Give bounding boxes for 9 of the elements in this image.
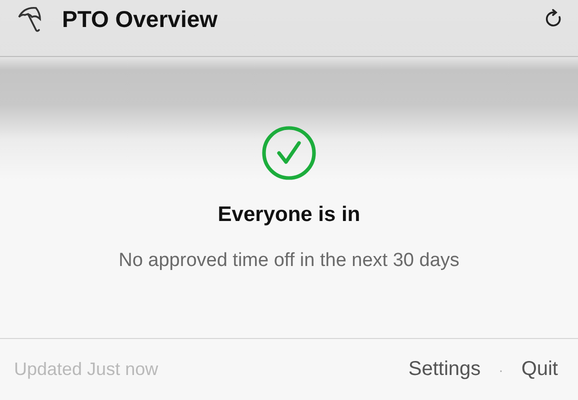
footer-link[interactable]: Settings [408,358,481,381]
status-message: No approved time off in the next 30 days [118,250,460,272]
footer-link[interactable]: Quit [521,358,558,381]
status-title: Everyone is in [218,203,360,227]
checkmark-icon [261,125,317,181]
updated-text: Updated Just now [14,359,160,380]
app-title: PTO Overview [62,6,219,32]
umbrella-icon [16,5,44,33]
separator-dot: · [498,362,504,378]
